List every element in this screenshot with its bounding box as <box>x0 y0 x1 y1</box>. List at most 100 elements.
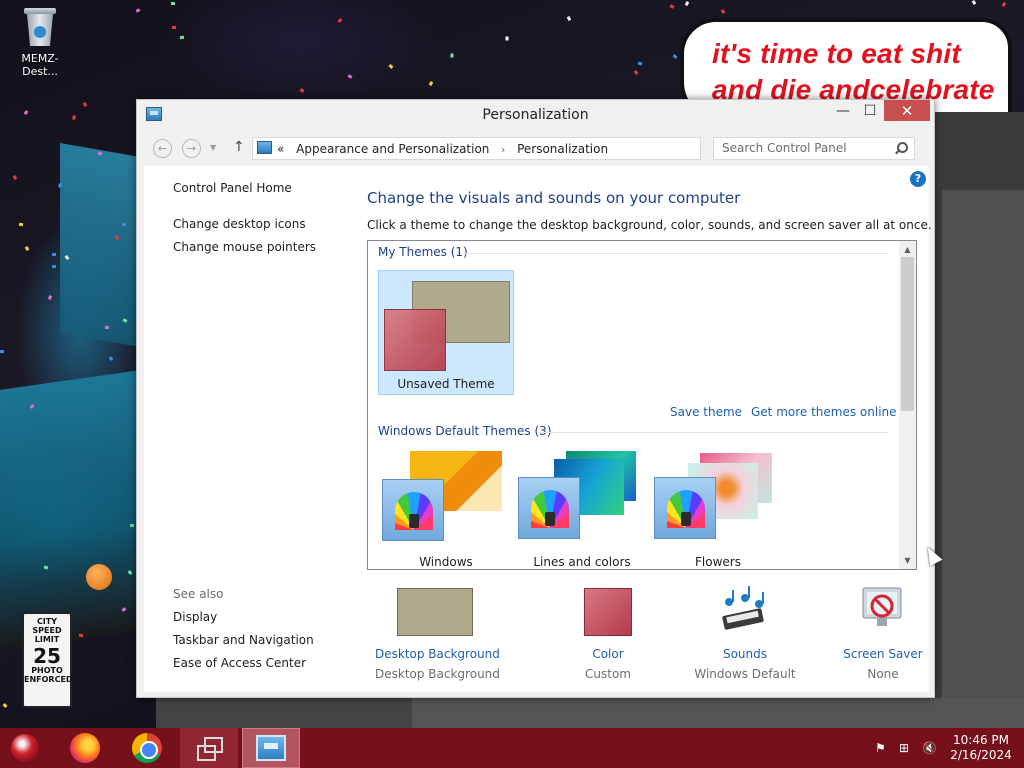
sounds-icon <box>722 586 764 630</box>
desktop-icon-recycle-bin[interactable]: MEMZ-Dest... <box>4 6 76 78</box>
get-more-themes-link[interactable]: Get more themes online <box>751 405 897 419</box>
confetti-piece <box>347 74 353 79</box>
taskbar-task-view[interactable] <box>180 728 238 768</box>
address-bar[interactable]: « Appearance and Personalization › Perso… <box>252 137 812 160</box>
theme-unsaved[interactable]: Unsaved Theme <box>378 270 514 395</box>
confetti-piece <box>23 110 29 115</box>
search-input[interactable] <box>722 138 892 158</box>
default-themes-header[interactable]: Windows Default Themes (3) <box>378 424 552 438</box>
theme-thumbnail <box>382 451 512 561</box>
content-pane: Control Panel Home Change desktop icons … <box>144 166 932 692</box>
confetti-piece <box>58 183 62 188</box>
desktop-background-setting[interactable]: Desktop Background Desktop Background <box>375 586 500 696</box>
close-button[interactable]: ✕ <box>884 100 930 121</box>
volume-muted-icon[interactable]: 🔇 <box>922 741 937 755</box>
action-center-flag-icon[interactable]: ⚑ <box>875 741 889 755</box>
theme-list-scrollbar[interactable]: ▲ ▼ <box>899 241 916 569</box>
confetti-piece <box>2 703 8 708</box>
task-view-icon <box>197 737 223 761</box>
clock-time: 10:46 PM <box>953 733 1009 747</box>
scroll-down-icon[interactable]: ▼ <box>899 552 916 569</box>
group-divider <box>540 432 888 433</box>
sign-text: CITY <box>36 617 58 626</box>
minimize-button[interactable]: — <box>830 100 856 121</box>
sign-text: PHOTO <box>31 666 63 675</box>
scroll-up-icon[interactable]: ▲ <box>899 241 916 258</box>
theme-windows[interactable]: Windows <box>378 449 514 569</box>
change-mouse-pointers-link[interactable]: Change mouse pointers <box>173 240 316 254</box>
confetti-piece <box>633 70 639 75</box>
taskbar-navigation-link[interactable]: Taskbar and Navigation <box>173 633 314 647</box>
setting-title[interactable]: Sounds <box>685 647 805 661</box>
color-setting[interactable]: Color Custom <box>548 586 668 696</box>
title-bar[interactable]: Personalization — ☐ ✕ <box>137 100 934 130</box>
confetti-piece <box>637 61 643 66</box>
confetti-piece <box>129 523 135 528</box>
maximize-button[interactable]: ☐ <box>857 100 883 121</box>
setting-title[interactable]: Screen Saver <box>823 647 943 661</box>
confetti-piece <box>51 252 57 257</box>
search-icon[interactable] <box>897 142 908 153</box>
theme-list[interactable]: My Themes (1) Unsaved Theme Save theme G… <box>367 240 917 570</box>
confetti-piece <box>171 25 177 30</box>
wallpaper-ball <box>86 564 112 590</box>
my-themes-header[interactable]: My Themes (1) <box>378 245 468 259</box>
breadcrumb: « Appearance and Personalization › Perso… <box>277 142 616 156</box>
control-panel-home-link[interactable]: Control Panel Home <box>173 181 292 195</box>
page-subtitle: Click a theme to change the desktop back… <box>367 218 932 232</box>
theme-flowers[interactable]: Flowers <box>650 449 786 569</box>
confetti-piece <box>299 88 305 93</box>
change-desktop-icons-link[interactable]: Change desktop icons <box>173 217 306 231</box>
help-icon[interactable]: ? <box>910 171 926 187</box>
network-icon[interactable]: ⊞ <box>899 741 913 755</box>
see-also-label: See also <box>173 587 224 601</box>
breadcrumb-item[interactable]: Appearance and Personalization <box>296 142 489 156</box>
breadcrumb-separator-icon[interactable]: › <box>501 145 505 156</box>
confetti-piece <box>720 9 726 14</box>
confetti-piece <box>1001 2 1007 7</box>
taskbar-control-panel[interactable] <box>242 728 300 768</box>
setting-value: None <box>867 667 899 681</box>
confetti-piece <box>672 54 678 59</box>
theme-label: Flowers <box>695 555 741 569</box>
system-clock[interactable]: 10:46 PM 2/16/2024 <box>946 733 1016 763</box>
recent-locations-dropdown[interactable]: ▼ <box>210 143 216 152</box>
clock-date: 2/16/2024 <box>950 748 1012 762</box>
setting-value: Desktop Background <box>375 667 500 681</box>
background-window <box>942 190 1024 710</box>
confetti-piece <box>170 1 176 6</box>
theme-color-thumbnail <box>382 479 444 541</box>
taskbar-firefox[interactable] <box>56 728 114 768</box>
recycle-bin-icon <box>23 6 57 48</box>
confetti-piece <box>388 64 394 69</box>
display-link[interactable]: Display <box>173 610 217 624</box>
confetti-piece <box>108 356 114 361</box>
screen-saver-setting[interactable]: Screen Saver None <box>823 586 943 696</box>
setting-value: Windows Default <box>694 667 796 681</box>
start-button[interactable] <box>0 728 50 768</box>
back-button[interactable]: ← <box>153 139 172 158</box>
confetti-piece <box>971 0 977 5</box>
save-theme-link[interactable]: Save theme <box>670 405 742 419</box>
control-panel-icon <box>257 141 272 154</box>
wallpaper-billboard <box>60 142 140 348</box>
taskbar-chrome[interactable] <box>118 728 176 768</box>
control-panel-icon <box>256 735 286 761</box>
sounds-setting[interactable]: Sounds Windows Default <box>685 586 805 696</box>
setting-title[interactable]: Color <box>548 647 668 661</box>
confetti-piece <box>669 4 675 9</box>
setting-title[interactable]: Desktop Background <box>375 647 500 661</box>
ease-of-access-link[interactable]: Ease of Access Center <box>173 656 306 670</box>
chrome-icon <box>132 733 162 763</box>
setting-value: Custom <box>585 667 631 681</box>
confetti-piece <box>337 18 343 23</box>
breadcrumb-item[interactable]: Personalization <box>517 142 608 156</box>
confetti-piece <box>450 53 454 58</box>
theme-lines-and-colors[interactable]: Lines and colors <box>514 449 650 569</box>
breadcrumb-overflow[interactable]: « <box>277 142 284 156</box>
theme-color-thumbnail <box>654 477 716 539</box>
up-button[interactable]: ↑ <box>233 139 245 155</box>
confetti-piece <box>428 81 434 86</box>
scroll-thumb[interactable] <box>901 257 914 411</box>
forward-button[interactable]: → <box>182 139 201 158</box>
